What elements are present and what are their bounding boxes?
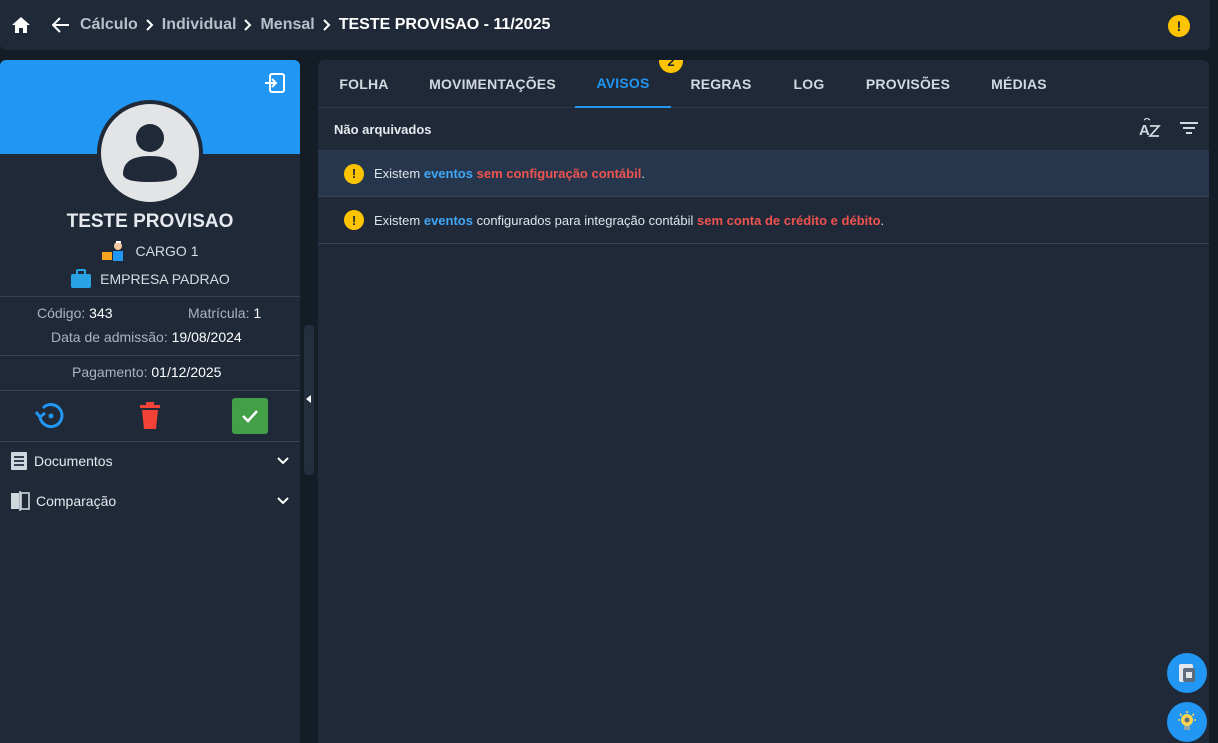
content-panel: FOLHA MOVIMENTAÇÕES AVISOS REGRAS LOG PR…: [318, 60, 1209, 743]
empresa-row: EMPRESA PADRAO: [0, 269, 300, 289]
breadcrumb: Cálculo Individual Mensal TESTE PROVISAO…: [80, 16, 550, 34]
panel-splitter[interactable]: [304, 325, 314, 475]
section-label: Comparação: [36, 493, 117, 509]
tab-log[interactable]: LOG: [771, 60, 847, 108]
tab-regras[interactable]: REGRAS: [671, 60, 771, 108]
tips-fab[interactable]: [1167, 702, 1207, 742]
top-bar: Cálculo Individual Mensal TESTE PROVISAO…: [0, 0, 1210, 50]
avatar: [97, 100, 203, 206]
aviso-item[interactable]: ! Existem eventos sem configuração contá…: [318, 150, 1209, 197]
back-arrow-icon[interactable]: [50, 14, 72, 36]
breadcrumb-individual[interactable]: Individual: [162, 16, 237, 34]
avisos-toolbar: Não arquivados A: [318, 108, 1209, 150]
breadcrumb-current: TESTE PROVISAO - 11/2025: [338, 16, 551, 33]
employee-panel: TESTE PROVISAO CARGO 1 EMPRESA PADRAO Có…: [0, 60, 300, 743]
matricula-value: 1: [253, 305, 262, 321]
pagamento-info: Pagamento: 01/12/2025: [72, 364, 222, 380]
filter-icon[interactable]: [1179, 118, 1199, 141]
document-icon: [11, 452, 27, 470]
collapse-arrow-icon[interactable]: [306, 395, 311, 403]
chevron-right-icon: [146, 19, 154, 31]
delete-button[interactable]: [132, 398, 168, 434]
cargo-label: CARGO 1: [135, 243, 199, 259]
person-icon: [123, 124, 177, 182]
eventos-link[interactable]: eventos: [424, 166, 473, 181]
sort-az-icon[interactable]: A: [1139, 117, 1161, 141]
lightbulb-icon: [1178, 711, 1196, 730]
tab-movimentacoes[interactable]: MOVIMENTAÇÕES: [410, 60, 575, 108]
admissao-info: Data de admissão: 19/08/2024: [51, 329, 242, 345]
svg-text:A: A: [1139, 122, 1150, 138]
section-comparacao[interactable]: Comparação: [0, 486, 300, 516]
action-bar: [0, 398, 300, 434]
eventos-link[interactable]: eventos: [424, 213, 473, 228]
breadcrumb-calculo[interactable]: Cálculo: [80, 16, 138, 34]
confirm-button[interactable]: [232, 398, 268, 434]
section-label: Documentos: [34, 453, 113, 469]
worker-icon: [101, 240, 127, 262]
recalculate-button[interactable]: [32, 398, 68, 434]
exit-icon[interactable]: [264, 72, 286, 94]
alert-icon[interactable]: !: [1168, 15, 1190, 37]
report-icon: [1179, 664, 1195, 682]
warning-icon: !: [344, 163, 364, 184]
chevron-down-icon: [277, 457, 289, 465]
cargo-row: CARGO 1: [0, 240, 300, 262]
tab-medias[interactable]: MÉDIAS: [969, 60, 1069, 108]
tab-bar: FOLHA MOVIMENTAÇÕES AVISOS REGRAS LOG PR…: [318, 60, 1209, 108]
divider: [0, 441, 300, 442]
warning-icon: !: [344, 210, 364, 230]
admissao-value: 19/08/2024: [171, 329, 242, 345]
briefcase-icon: [70, 269, 92, 289]
pagamento-value: 01/12/2025: [151, 364, 222, 380]
tab-folha[interactable]: FOLHA: [318, 60, 410, 108]
tab-avisos[interactable]: AVISOS: [575, 60, 671, 108]
breadcrumb-mensal[interactable]: Mensal: [260, 16, 314, 34]
check-icon: [242, 410, 258, 423]
aviso-item[interactable]: ! Existem eventos configurados para inte…: [318, 197, 1209, 244]
matricula-info: Matrícula: 1: [188, 305, 262, 321]
divider: [0, 390, 300, 391]
divider: [0, 355, 300, 356]
empresa-label: EMPRESA PADRAO: [100, 271, 230, 287]
codigo-value: 343: [89, 305, 113, 321]
restore-icon: [34, 403, 64, 429]
filter-label: Não arquivados: [334, 121, 432, 137]
trash-icon: [140, 402, 160, 429]
divider: [0, 296, 300, 297]
chevron-right-icon: [323, 19, 331, 31]
chevron-right-icon: [244, 19, 252, 31]
section-documentos[interactable]: Documentos: [0, 446, 300, 476]
tab-provisoes[interactable]: PROVISÕES: [847, 60, 969, 108]
report-fab[interactable]: [1167, 653, 1207, 693]
compare-icon: [11, 491, 30, 511]
home-icon[interactable]: [10, 14, 32, 36]
chevron-down-icon: [277, 497, 289, 505]
employee-name: TESTE PROVISAO: [66, 211, 234, 232]
codigo-info: Código: 343: [37, 305, 113, 321]
